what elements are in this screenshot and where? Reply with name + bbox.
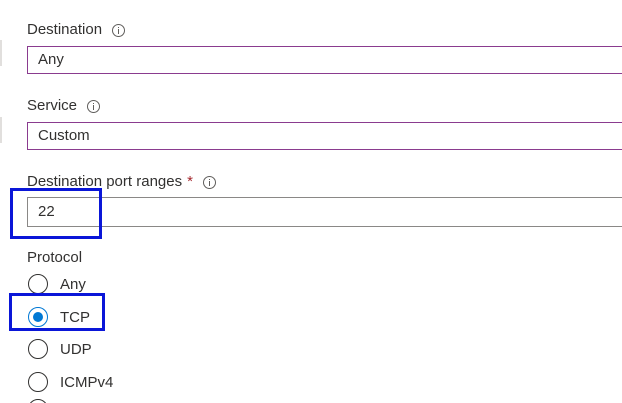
protocol-label-text: Protocol — [27, 249, 83, 266]
destination-port-ranges-label-text: Destination port ranges — [27, 173, 183, 190]
network-rule-form: Destination Any Service Custom Destinati… — [0, 0, 622, 403]
destination-label: Destination — [27, 21, 126, 39]
service-label-text: Service — [27, 97, 78, 114]
service-select-value: Custom — [38, 127, 90, 144]
left-edge-marker — [0, 40, 2, 66]
protocol-option-label: TCP — [60, 308, 90, 326]
protocol-option-label: ICMPv4 — [60, 373, 114, 391]
protocol-option-icmpv4[interactable]: ICMPv4 — [28, 370, 113, 394]
service-label: Service — [27, 97, 101, 115]
radio-button-partial[interactable] — [28, 399, 48, 403]
info-icon[interactable] — [87, 99, 101, 113]
destination-select[interactable]: Any — [27, 46, 622, 74]
info-icon[interactable] — [112, 23, 126, 37]
left-edge-marker — [0, 117, 2, 143]
destination-port-ranges-input[interactable]: 22 — [27, 197, 622, 227]
destination-port-ranges-value: 22 — [38, 203, 55, 220]
protocol-option-label: Any — [60, 275, 86, 293]
protocol-option-udp[interactable]: UDP — [28, 337, 92, 361]
protocol-label: Protocol — [27, 249, 82, 267]
protocol-option-tcp[interactable]: TCP — [28, 305, 90, 329]
protocol-option-any[interactable]: Any — [28, 272, 86, 296]
radio-button[interactable] — [28, 339, 48, 359]
service-select[interactable]: Custom — [27, 122, 622, 150]
info-icon[interactable] — [202, 175, 216, 189]
destination-port-ranges-label: Destination port ranges * — [27, 173, 216, 191]
destination-select-value: Any — [38, 51, 64, 68]
radio-button-selected[interactable] — [28, 307, 48, 327]
radio-button[interactable] — [28, 274, 48, 294]
required-indicator: * — [187, 173, 193, 190]
destination-label-text: Destination — [27, 21, 103, 38]
radio-button[interactable] — [28, 372, 48, 392]
protocol-option-label: UDP — [60, 340, 92, 358]
